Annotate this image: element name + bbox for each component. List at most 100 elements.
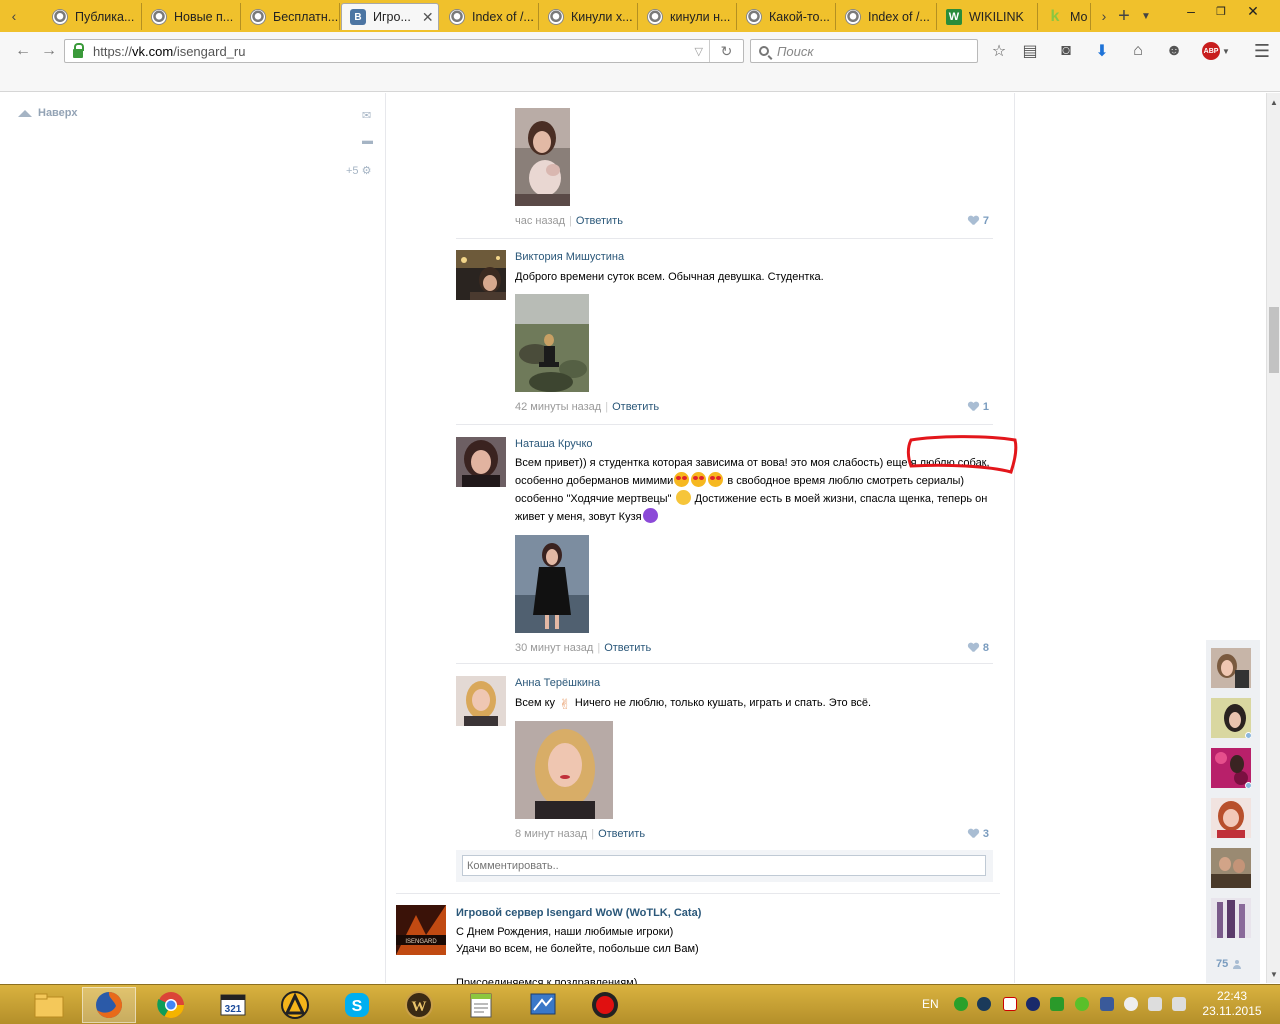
scroll-to-top-button[interactable]: Наверх: [18, 107, 78, 119]
tab[interactable]: Кинули х...: [540, 3, 638, 30]
scroll-down-arrow[interactable]: ▼: [1267, 967, 1280, 981]
comment-icon[interactable]: ▬: [362, 135, 373, 147]
heart-icon: [968, 829, 979, 839]
downloads-icon[interactable]: ⬇: [1091, 40, 1113, 62]
shield-icon[interactable]: [1075, 997, 1089, 1011]
tray-app-icon[interactable]: [1026, 997, 1040, 1011]
media-player-classic-icon[interactable]: 321: [206, 987, 260, 1023]
tab[interactable]: Новые п...: [143, 3, 241, 30]
tray-app-icon[interactable]: [1050, 997, 1064, 1011]
reply-link[interactable]: Ответить: [598, 828, 645, 840]
tray-app-icon[interactable]: [1124, 997, 1138, 1011]
tray-app-icon[interactable]: [1100, 997, 1114, 1011]
bookmarks-list-icon[interactable]: ▤: [1019, 40, 1041, 62]
avatar[interactable]: [456, 250, 506, 300]
minimize-button[interactable]: –: [1176, 0, 1206, 22]
tab[interactable]: Index of /...: [837, 3, 937, 30]
comment-author-link[interactable]: Наташа Кручко: [515, 437, 993, 451]
comment-text-line: Всем ку: [515, 697, 556, 709]
skype-icon[interactable]: S: [330, 987, 384, 1023]
home-icon[interactable]: ⌂: [1127, 40, 1149, 62]
comment-photo[interactable]: [515, 108, 570, 206]
tab[interactable]: Публика...: [44, 3, 142, 30]
system-clock[interactable]: 22:43 23.11.2015: [1196, 989, 1268, 1019]
forward-button[interactable]: →: [38, 40, 60, 62]
reply-link[interactable]: Ответить: [604, 642, 651, 654]
tab[interactable]: k Мо: [1039, 3, 1091, 30]
bookmark-star-icon[interactable]: ☆: [988, 40, 1010, 62]
notepad-plus-icon[interactable]: [454, 987, 508, 1023]
comment-item: Наташа Кручко Всем привет)) я студентка …: [456, 437, 993, 657]
tab[interactable]: кинули н...: [639, 3, 737, 30]
group-avatar[interactable]: ISENGARD: [396, 905, 446, 955]
hello-chat-icon[interactable]: ☻: [1163, 40, 1185, 62]
reply-link[interactable]: Ответить: [576, 215, 623, 227]
record-glyph: [592, 992, 618, 1018]
counter-settings[interactable]: +5 ⚙: [346, 164, 371, 177]
friend-avatar[interactable]: [1211, 698, 1251, 738]
url-history-dropdown-icon[interactable]: ▽: [695, 45, 703, 58]
comment-text-line-group: особенно доберманов мимими в свободное в…: [515, 472, 993, 490]
file-explorer-icon[interactable]: [22, 987, 76, 1023]
back-button[interactable]: ←: [12, 40, 34, 62]
scroll-up-arrow[interactable]: ▲: [1267, 95, 1280, 109]
reply-link[interactable]: Ответить: [612, 401, 659, 413]
friend-avatar[interactable]: [1211, 898, 1251, 938]
scrollbar-thumb[interactable]: [1269, 307, 1279, 373]
adblock-plus-icon[interactable]: ABP ▼: [1200, 40, 1232, 62]
tab[interactable]: Какой-то...: [738, 3, 836, 30]
mail-icon[interactable]: ✉: [362, 109, 371, 122]
tab[interactable]: Index of /...: [441, 3, 539, 30]
avatar[interactable]: [456, 437, 506, 487]
comment-photo[interactable]: [515, 721, 613, 819]
avatar[interactable]: [456, 676, 506, 726]
generic-page-icon: [449, 8, 465, 25]
record-icon[interactable]: [578, 987, 632, 1023]
reload-button[interactable]: ↻: [709, 40, 743, 62]
like-count: 7: [982, 215, 989, 227]
hamburger-menu-icon[interactable]: ☰: [1251, 40, 1273, 62]
like-button[interactable]: 7: [968, 215, 989, 227]
friend-avatar[interactable]: [1211, 848, 1251, 888]
like-button[interactable]: 8: [968, 642, 989, 654]
post-author-link[interactable]: Игровой сервер Isengard WoW (WoTLK, Cata…: [456, 907, 701, 919]
warcraft-launcher-icon[interactable]: W: [392, 987, 446, 1023]
generic-page-icon: [746, 8, 762, 25]
tray-app-icon[interactable]: [954, 997, 968, 1011]
pocket-icon[interactable]: ◙: [1055, 40, 1077, 62]
tab[interactable]: W WIKILINK: [938, 3, 1038, 30]
generic-page-icon: [548, 8, 564, 25]
tab-active[interactable]: В Игро... ✕: [341, 3, 439, 30]
comment-author-link[interactable]: Виктория Мишустина: [515, 250, 993, 264]
chrome-icon[interactable]: [144, 987, 198, 1023]
comment-photo[interactable]: [515, 294, 589, 392]
comment-photo[interactable]: [515, 535, 589, 633]
photo-girl-in-black-dress: [515, 535, 589, 633]
like-button[interactable]: 3: [968, 828, 989, 840]
friend-avatar[interactable]: [1211, 748, 1251, 788]
aimp-icon[interactable]: [268, 987, 322, 1023]
volume-icon[interactable]: [1172, 997, 1186, 1011]
comment-input[interactable]: [462, 855, 986, 876]
friend-avatar[interactable]: [1211, 648, 1251, 688]
comment-author-link[interactable]: Анна Терёшкина: [515, 676, 993, 690]
page-scrollbar[interactable]: ▲ ▼: [1266, 93, 1280, 983]
tray-app-icon[interactable]: [1003, 997, 1017, 1011]
firefox-icon[interactable]: [82, 987, 136, 1023]
restore-button[interactable]: ❐: [1206, 0, 1236, 22]
friend-avatar[interactable]: [1211, 798, 1251, 838]
search-icon: [759, 46, 769, 56]
keyboard-language-indicator[interactable]: EN: [922, 997, 939, 1011]
like-button[interactable]: 1: [968, 401, 989, 413]
tab-list-dropdown-button[interactable]: ▼: [1132, 0, 1160, 32]
close-window-button[interactable]: ✕: [1238, 0, 1268, 22]
tabs-scroll-left-button[interactable]: ‹: [0, 0, 28, 32]
tab[interactable]: Бесплатн...: [242, 3, 340, 30]
search-input[interactable]: Поиск: [750, 39, 978, 63]
friends-count[interactable]: 75: [1216, 958, 1242, 970]
network-icon[interactable]: [1148, 997, 1162, 1011]
steam-icon[interactable]: [977, 997, 991, 1011]
close-icon[interactable]: ✕: [422, 9, 434, 26]
remote-desktop-icon[interactable]: [516, 987, 570, 1023]
url-bar[interactable]: https://vk.com/isengard_ru ▽ ↻: [64, 39, 744, 63]
